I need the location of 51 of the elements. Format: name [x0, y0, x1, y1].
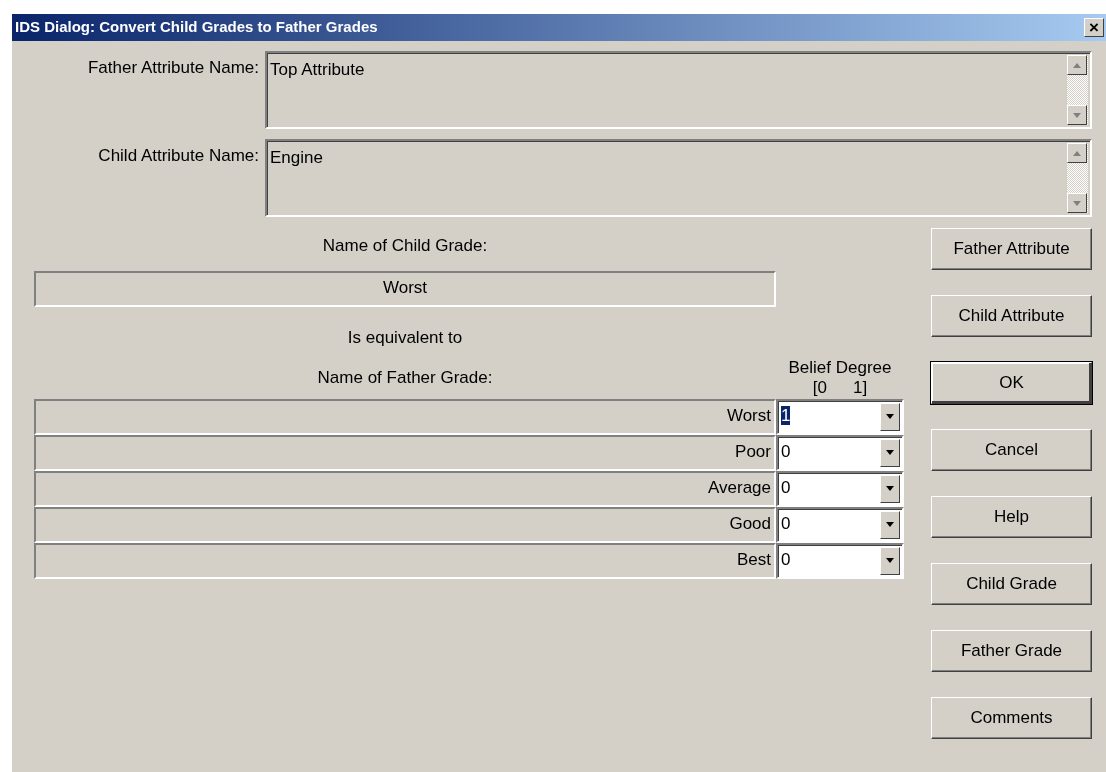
up-arrow-icon — [1073, 62, 1081, 68]
up-arrow-icon — [1073, 150, 1081, 156]
grade-field: Good — [34, 506, 776, 543]
belief-dropdown[interactable]: 1 — [776, 398, 904, 435]
field-label: Child Attribute Name: — [97, 145, 260, 167]
grade-field: Average — [34, 470, 776, 507]
scrollbar[interactable] — [1067, 55, 1088, 125]
dialog-button[interactable]: Father Attribute — [931, 228, 1092, 270]
scroll-down-button[interactable] — [1067, 193, 1087, 213]
dialog-button[interactable]: Child Grade — [931, 563, 1092, 605]
dialog-button[interactable]: Comments — [931, 697, 1092, 739]
window-title: IDS Dialog: Convert Child Grades to Father Grades — [15, 17, 378, 38]
scroll-up-button[interactable] — [1067, 55, 1087, 75]
dialog-button[interactable]: Child Attribute — [931, 295, 1092, 337]
down-arrow-icon — [886, 558, 894, 564]
section-label: Name of Child Grade: — [321, 235, 489, 257]
belief-dropdown[interactable]: 0 — [776, 542, 904, 579]
down-arrow-icon — [886, 486, 894, 492]
scale-label: 1] — [853, 378, 868, 399]
close-button[interactable]: × — [1084, 18, 1104, 37]
grade-field: Poor — [34, 434, 776, 471]
equivalent-label: Is equivalent to — [346, 326, 464, 349]
dialog-button[interactable]: Father Grade — [931, 630, 1092, 672]
field-label: Father Attribute Name: — [86, 57, 260, 79]
scroll-up-button[interactable] — [1067, 143, 1087, 163]
dialog-button[interactable]: OK — [931, 362, 1092, 404]
column-header: Belief Degree — [787, 358, 893, 379]
dropdown-button[interactable] — [880, 438, 900, 467]
grade-field: Best — [34, 542, 776, 579]
down-arrow-icon — [886, 522, 894, 528]
belief-dropdown[interactable]: 0 — [776, 470, 904, 507]
down-arrow-icon — [886, 450, 894, 456]
child-grade-field: Worst — [34, 270, 776, 307]
scrollbar[interactable] — [1067, 143, 1088, 213]
text-area[interactable]: Engine — [265, 139, 1092, 217]
grade-field: Worst — [34, 398, 776, 435]
belief-dropdown[interactable]: 0 — [776, 506, 904, 543]
section-label: Name of Father Grade: — [316, 367, 494, 390]
text-area[interactable]: Top Attribute — [265, 51, 1092, 129]
dropdown-button[interactable] — [880, 510, 900, 539]
down-arrow-icon — [886, 414, 894, 420]
dropdown-button[interactable] — [880, 402, 900, 431]
down-arrow-icon — [1073, 112, 1081, 118]
scale-label: [0 — [812, 378, 827, 399]
belief-dropdown[interactable]: 0 — [776, 434, 904, 471]
dropdown-button[interactable] — [880, 474, 900, 503]
scroll-down-button[interactable] — [1067, 105, 1087, 125]
down-arrow-icon — [1073, 200, 1081, 206]
dialog-button[interactable]: Cancel — [931, 429, 1092, 471]
dialog-button[interactable]: Help — [931, 496, 1092, 538]
dropdown-button[interactable] — [880, 546, 900, 575]
